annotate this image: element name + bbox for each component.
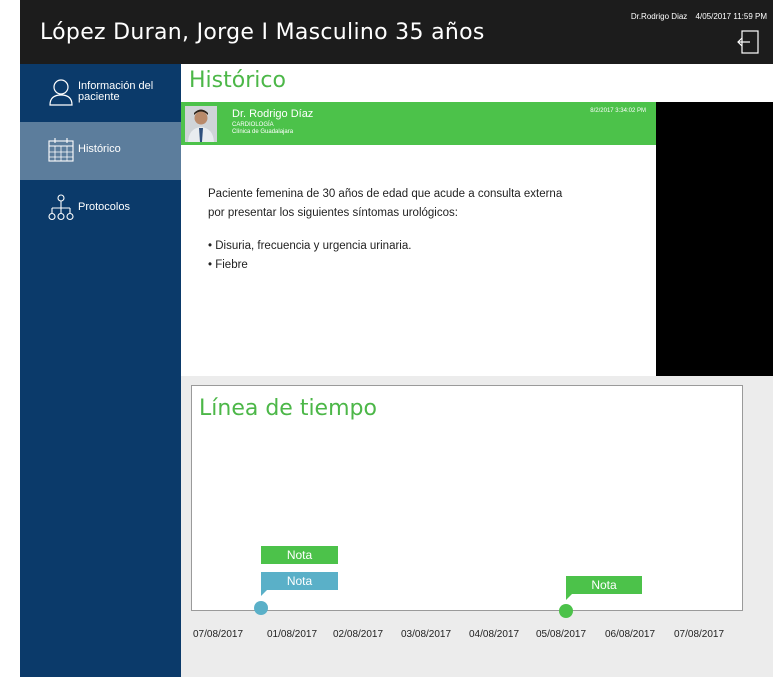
app-window: López Duran, Jorge I Masculino 35 años D… <box>20 0 773 677</box>
timeline-date: 07/08/2017 <box>674 629 725 640</box>
patient-title: López Duran, Jorge I Masculino 35 años <box>40 20 485 45</box>
header-bar: López Duran, Jorge I Masculino 35 años D… <box>20 0 773 64</box>
sidebar-item-label: Protocolos <box>78 201 130 213</box>
note-body: Paciente femenina de 30 años de edad que… <box>208 185 658 275</box>
header-meta: Dr.Rodrigo Diaz 4/05/2017 11:59 PM <box>625 12 767 21</box>
doctor-name: Dr. Rodrigo Díaz <box>232 108 314 120</box>
doctor-specialty: CARDIOLOGÍA <box>232 122 274 128</box>
hierarchy-icon <box>48 194 74 221</box>
timeline-date: 03/08/2017 <box>401 629 452 640</box>
note-text-line: por presentar los siguientes síntomas ur… <box>208 207 458 219</box>
timeline-note-tag[interactable]: Nota <box>566 576 642 594</box>
timeline-date: 06/08/2017 <box>605 629 656 640</box>
main-content: Histórico Dr. Rodrigo Díaz CARDIOLOGÍA C… <box>181 64 773 677</box>
header-datetime: 4/05/2017 11:59 PM <box>695 12 767 21</box>
timeline-date: 07/08/2017 <box>193 629 244 640</box>
sidebar-item-historico[interactable]: Histórico <box>20 122 181 180</box>
sidebar-item-label: Histórico <box>78 143 121 155</box>
calendar-icon <box>48 138 74 162</box>
history-panel: Histórico Dr. Rodrigo Díaz CARDIOLOGÍA C… <box>181 64 773 376</box>
sidebar: Información del paciente Histórico Proto… <box>20 64 181 677</box>
doctor-clinic: Clínica de Guadalajara <box>232 129 294 135</box>
timeline-date: 05/08/2017 <box>536 629 587 640</box>
side-black-panel <box>656 102 773 376</box>
note-text-line: Paciente femenina de 30 años de edad que… <box>208 188 563 200</box>
logout-icon[interactable] <box>737 30 759 54</box>
sidebar-item-protocolos[interactable]: Protocolos <box>20 180 181 238</box>
page-title: Histórico <box>189 68 286 93</box>
note-bullet: • Fiebre <box>208 259 248 271</box>
timeline-event-marker[interactable] <box>559 604 573 618</box>
logged-doctor: Dr.Rodrigo Diaz <box>630 12 688 21</box>
doctor-avatar <box>185 106 217 142</box>
timeline-date: 04/08/2017 <box>469 629 520 640</box>
note-date: 8/2/2017 3:34:02 PM <box>590 108 646 114</box>
note-header: Dr. Rodrigo Díaz CARDIOLOGÍA Clínica de … <box>181 102 656 145</box>
user-icon <box>49 79 73 106</box>
timeline-note-tag[interactable]: Nota <box>261 546 338 564</box>
note-card[interactable]: Dr. Rodrigo Díaz CARDIOLOGÍA Clínica de … <box>181 102 656 376</box>
sidebar-item-patient-info[interactable]: Información del paciente <box>20 64 181 122</box>
timeline-note-tag[interactable]: Nota <box>261 572 338 590</box>
timeline-date: 01/08/2017 <box>267 629 318 640</box>
sidebar-item-label: Información del paciente <box>78 80 154 103</box>
timeline-event-marker[interactable] <box>254 601 268 615</box>
timeline-title: Línea de tiempo <box>199 396 377 421</box>
note-bullet: • Disuria, frecuencia y urgencia urinari… <box>208 240 412 252</box>
timeline-date: 02/08/2017 <box>333 629 384 640</box>
